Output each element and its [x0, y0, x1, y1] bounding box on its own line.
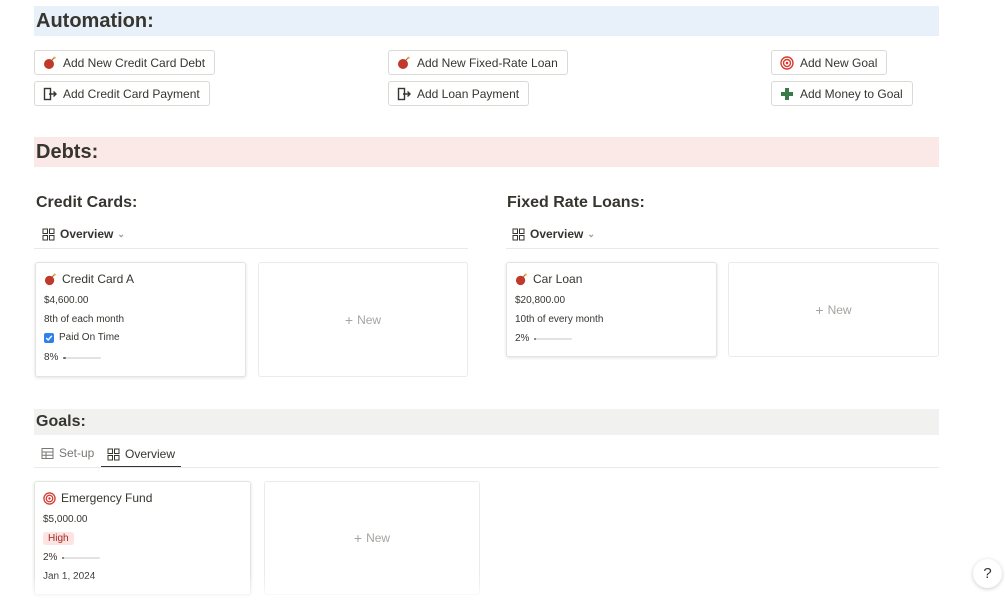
progress-bar [534, 337, 573, 340]
bomb-icon [43, 56, 57, 70]
add-money-to-goal-button[interactable]: Add Money to Goal [771, 81, 913, 106]
bomb-icon [397, 56, 411, 70]
bomb-icon [44, 273, 57, 286]
tab-overview[interactable]: Overview [101, 442, 182, 468]
goals-new-card[interactable]: + New [264, 481, 480, 595]
goals-banner: Goals: [34, 409, 939, 435]
credit-cards-new-card[interactable]: + New [258, 262, 468, 377]
bomb-icon [515, 273, 528, 286]
card-amount: $5,000.00 [43, 514, 88, 525]
target-icon [43, 491, 56, 505]
exit-door-icon [43, 87, 57, 101]
loans-view-selector[interactable]: Overview ⌄ [512, 227, 595, 241]
paid-on-time-label: Paid On Time [59, 332, 120, 343]
gallery-icon [512, 228, 525, 241]
progress-bar [62, 556, 101, 559]
gallery-icon [107, 448, 120, 461]
add-loan-payment-button[interactable]: Add Loan Payment [388, 81, 530, 106]
card-due-date: 10th of every month [515, 314, 604, 325]
plus-icon: + [344, 311, 354, 328]
divider [506, 248, 939, 249]
credit-cards-view-selector[interactable]: Overview ⌄ [42, 227, 125, 241]
plus-icon: + [815, 301, 824, 318]
exit-door-icon [397, 87, 411, 101]
card-due-date: 8th of each month [44, 314, 125, 325]
priority-badge: High [43, 532, 74, 545]
add-credit-card-debt-button[interactable]: Add New Credit Card Debt [34, 50, 216, 75]
goal-date: Jan 1, 2024 [43, 571, 96, 582]
emergency-fund-card[interactable]: Emergency Fund $5,000.00 High 2% Jan 1, … [34, 481, 251, 595]
automation-banner: Automation: [34, 6, 939, 36]
progress-label: 2% [43, 552, 58, 563]
debts-banner: Debts: [34, 137, 939, 167]
target-icon [780, 55, 794, 70]
card-title: Emergency Fund [61, 491, 153, 505]
chevron-down-icon: ⌄ [587, 228, 595, 239]
fixed-rate-loans-heading: Fixed Rate Loans: [507, 194, 645, 211]
help-button[interactable]: ? [973, 559, 1002, 588]
car-loan-card[interactable]: Car Loan $20,800.00 10th of every month … [506, 262, 717, 357]
progress-label: 2% [515, 333, 530, 344]
goals-heading: Goals: [36, 413, 86, 430]
progress-bar [63, 356, 102, 359]
add-fixed-rate-loan-button[interactable]: Add New Fixed-Rate Loan [388, 50, 568, 75]
add-credit-card-payment-button[interactable]: Add Credit Card Payment [34, 81, 210, 106]
card-title: Credit Card A [62, 272, 135, 286]
loans-new-card[interactable]: + New [728, 262, 939, 357]
divider [34, 248, 468, 249]
automation-heading: Automation: [36, 10, 154, 32]
card-title: Car Loan [533, 272, 583, 286]
plus-icon: + [353, 530, 363, 546]
divider [34, 467, 939, 468]
gallery-icon [42, 228, 55, 241]
debts-heading: Debts: [36, 141, 99, 163]
credit-card-a-card[interactable]: Credit Card A $4,600.00 8th of each mont… [35, 262, 246, 377]
tab-set-up[interactable]: Set-up [41, 442, 94, 464]
credit-cards-heading: Credit Cards: [36, 194, 138, 211]
table-icon [41, 447, 54, 460]
plus-icon [780, 87, 794, 101]
paid-on-time-checkbox[interactable] [44, 332, 54, 343]
chevron-down-icon: ⌄ [117, 228, 125, 239]
add-new-goal-button[interactable]: Add New Goal [771, 50, 888, 75]
progress-label: 8% [44, 352, 59, 363]
card-amount: $20,800.00 [515, 295, 566, 306]
card-amount: $4,600.00 [44, 295, 89, 306]
